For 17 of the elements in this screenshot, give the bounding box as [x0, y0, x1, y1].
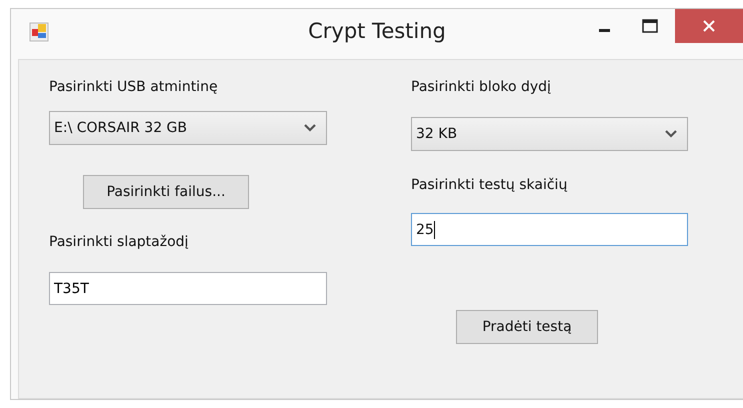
- maximize-icon: [642, 19, 658, 33]
- block-size-dropdown[interactable]: 32 KB: [411, 117, 688, 151]
- chevron-icon: [665, 130, 677, 138]
- test-count-field[interactable]: 25: [411, 213, 688, 246]
- start-test-button[interactable]: Pradėti testą: [456, 310, 598, 344]
- usb-dropdown[interactable]: E:\ CORSAIR 32 GB: [49, 111, 327, 145]
- app-icon: [29, 22, 49, 42]
- minimize-icon: [598, 28, 610, 32]
- password-field[interactable]: T35T: [49, 272, 327, 305]
- test-count-label: Pasirinkti testų skaičių: [411, 177, 568, 193]
- usb-label: Pasirinkti USB atmintinę: [49, 79, 218, 95]
- password-label: Pasirinkti slaptažodį: [49, 234, 188, 250]
- window-title: Crypt Testing: [308, 19, 446, 43]
- chevron-icon: [304, 124, 316, 132]
- choose-files-button[interactable]: Pasirinkti failus...: [83, 175, 249, 209]
- close-icon: [702, 19, 716, 33]
- block-size-label: Pasirinkti bloko dydį: [411, 79, 551, 95]
